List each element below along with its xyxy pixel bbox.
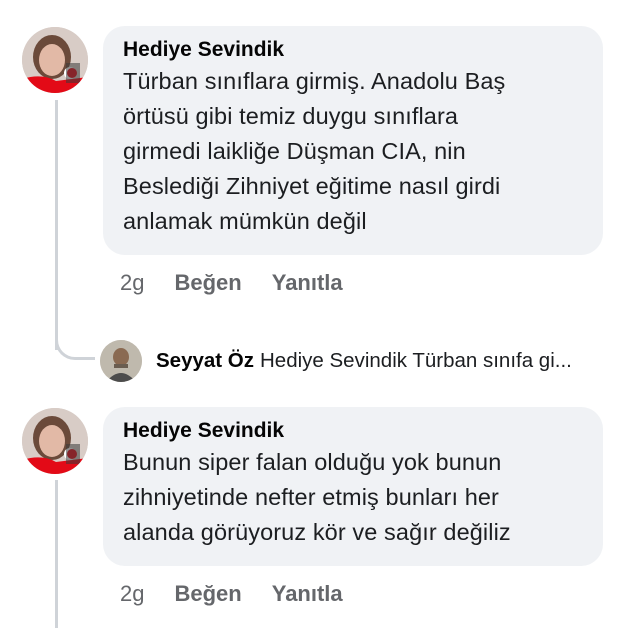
comment-text-line: anlamak mümkün değil [123,208,367,234]
profile-photo-icon [22,408,88,474]
comment-text-line: Türban sınıflara girmiş. Anadolu Baş [123,68,506,94]
reply-preview-text-container: Seyyat Öz Hediye Sevindik Türban sınıfa g… [156,348,572,374]
thread-line-vertical [55,100,58,350]
comment-actions: 2g Beğen Yanıtla [120,580,373,608]
profile-photo-icon [100,340,142,382]
avatar[interactable] [100,340,142,382]
comment-text-line: alanda görüyoruz kör ve sağır değiliz [123,519,511,545]
profile-photo-icon [22,27,88,93]
comment-text-line: Bunun siper falan olduğu yok bunun [123,449,502,475]
comment-bubble: Hediye Sevindik Türban sınıflara girmiş.… [103,26,603,255]
comment-author[interactable]: Hediye Sevindik [123,417,585,445]
comment-text-line: örtüsü gibi temiz duygu sınıflara [123,103,459,129]
comment-text-line: girmedi laikliğe Düşman CIA, nin [123,138,466,164]
avatar[interactable] [22,27,88,93]
comment-actions: 2g Beğen Yanıtla [120,269,373,297]
reply-button[interactable]: Yanıtla [272,581,343,606]
avatar[interactable] [22,408,88,474]
comment-author[interactable]: Hediye Sevindik [123,36,585,64]
reply-author[interactable]: Seyyat Öz [156,349,254,372]
like-button[interactable]: Beğen [174,581,241,606]
like-button[interactable]: Beğen [174,270,241,295]
comment-text-line: Beslediği Zihniyet eğitime nasıl girdi [123,173,501,199]
reply-preview[interactable]: Seyyat Öz Hediye Sevindik Türban sınıfa g… [100,340,615,384]
thread-line-vertical [55,480,58,628]
reply-snippet: Hediye Sevindik Türban sınıfa gi... [260,349,572,372]
comment-bubble: Hediye Sevindik Bunun siper falan olduğu… [103,407,603,566]
comment-time[interactable]: 2g [120,581,144,606]
comment-time[interactable]: 2g [120,270,144,295]
thread-line-curve [55,330,95,360]
reply-button[interactable]: Yanıtla [272,270,343,295]
comment-text-line: zihniyetinde nefter etmiş bunları her [123,484,499,510]
